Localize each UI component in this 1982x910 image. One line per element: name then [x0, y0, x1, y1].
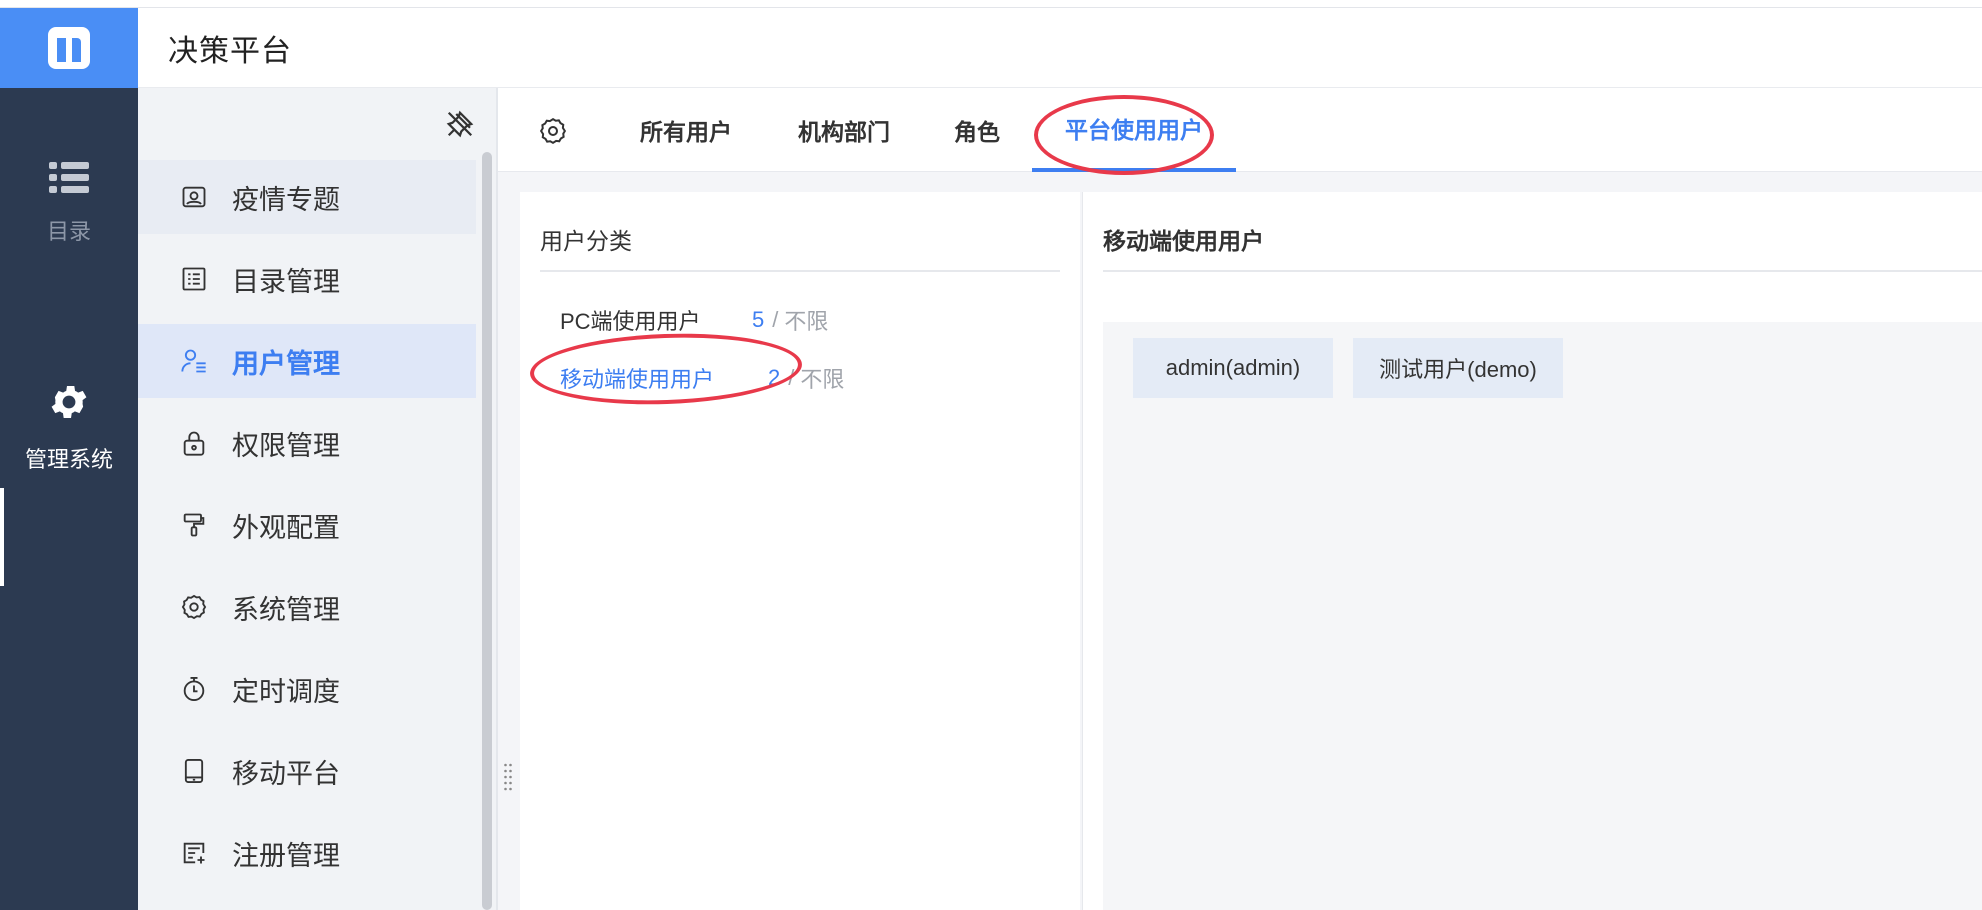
mobile-users-panel: 移动端使用用户 admin(admin) 测试用户(demo)	[1082, 192, 1982, 910]
list-icon	[49, 160, 89, 196]
tablet-icon	[178, 755, 210, 787]
sidebar-item-user-manage[interactable]: 用户管理	[138, 324, 476, 398]
lock-icon	[178, 427, 210, 459]
top-border	[0, 0, 1982, 8]
tab-departments[interactable]: 机构部门	[798, 88, 890, 172]
sidebar-item-label: 系统管理	[232, 594, 340, 625]
sidebar-scrollbar[interactable]	[482, 152, 492, 910]
category-separator: /	[772, 307, 779, 332]
app-logo[interactable]	[0, 8, 138, 88]
user-category-panel: 用户分类 PC端使用用户 5 / 不限 移动端使用用户 2 / 不限	[520, 192, 1080, 910]
rail-item-label: 目录	[46, 219, 91, 244]
sidebar-item-schedule[interactable]: 定时调度	[138, 652, 476, 726]
user-chip[interactable]: admin(admin)	[1133, 338, 1333, 398]
rail-active-indicator	[0, 488, 4, 586]
sidebar-item-permission[interactable]: 权限管理	[138, 406, 476, 480]
sidebar-item-label: 移动平台	[232, 758, 340, 789]
category-name: PC端使用用户	[560, 309, 701, 334]
category-limit: 不限	[784, 309, 829, 334]
paint-roller-icon	[178, 509, 210, 541]
monitor-icon	[178, 181, 210, 213]
app-header: 决策平台	[138, 8, 1982, 88]
divider	[1103, 270, 1982, 272]
tab-bar: 所有用户 机构部门 角色 平台使用用户	[498, 88, 1982, 172]
sidebar-item-label: 外观配置	[232, 512, 340, 543]
panel-title: 用户分类	[540, 228, 632, 254]
sidebar-item-system[interactable]: 系统管理	[138, 570, 476, 644]
rail-item-catalog[interactable]: 目录	[0, 160, 138, 246]
sidebar-item-epidemic[interactable]: 疫情专题	[138, 160, 476, 234]
category-limit: 不限	[800, 367, 845, 392]
primary-nav-rail: 目录 管理系统	[0, 88, 138, 910]
sidebar-item-label: 疫情专题	[232, 184, 340, 215]
gear-icon	[47, 380, 91, 424]
app-title: 决策平台	[168, 34, 292, 68]
sidebar-item-label: 注册管理	[232, 840, 340, 871]
divider	[540, 270, 1060, 272]
user-list-icon	[178, 345, 210, 377]
sidebar-item-label: 用户管理	[232, 348, 340, 379]
sidebar-item-mobile-platform[interactable]: 移动平台	[138, 734, 476, 808]
sidebar-item-appearance[interactable]: 外观配置	[138, 488, 476, 562]
tab-roles[interactable]: 角色	[954, 88, 1000, 172]
user-chip[interactable]: 测试用户(demo)	[1353, 338, 1563, 398]
settings-gear-icon[interactable]	[538, 116, 568, 146]
user-list: admin(admin) 测试用户(demo)	[1103, 322, 1982, 910]
sidebar-item-register[interactable]: 注册管理	[138, 816, 476, 890]
sidebar-item-label: 权限管理	[232, 430, 340, 461]
unpin-icon[interactable]	[445, 109, 475, 139]
annotation-ellipse-tab	[1034, 95, 1214, 175]
stopwatch-icon	[178, 673, 210, 705]
logo-icon	[48, 27, 90, 69]
resize-handle[interactable]	[503, 762, 513, 792]
secondary-sidebar: 疫情专题 目录管理 用户管理 权限管理 外观配置 系统管理 定时调度 移动平台 …	[138, 88, 496, 910]
category-count: 5	[752, 307, 765, 332]
tab-all-users[interactable]: 所有用户	[640, 88, 732, 172]
rail-item-manage-system[interactable]: 管理系统	[0, 380, 138, 474]
panel-title: 移动端使用用户	[1103, 228, 1264, 254]
register-icon	[178, 837, 210, 869]
rail-item-label: 管理系统	[24, 447, 113, 472]
sidebar-item-catalog-manage[interactable]: 目录管理	[138, 242, 476, 316]
category-pc-users[interactable]: PC端使用用户 5 / 不限	[560, 304, 828, 336]
gear-icon	[178, 591, 210, 623]
list-doc-icon	[178, 263, 210, 295]
sidebar-item-label: 目录管理	[232, 266, 340, 297]
main-content: 所有用户 机构部门 角色 平台使用用户 用户分类 PC端使用用户 5 / 不限 …	[496, 88, 1982, 910]
sidebar-item-label: 定时调度	[232, 676, 340, 707]
